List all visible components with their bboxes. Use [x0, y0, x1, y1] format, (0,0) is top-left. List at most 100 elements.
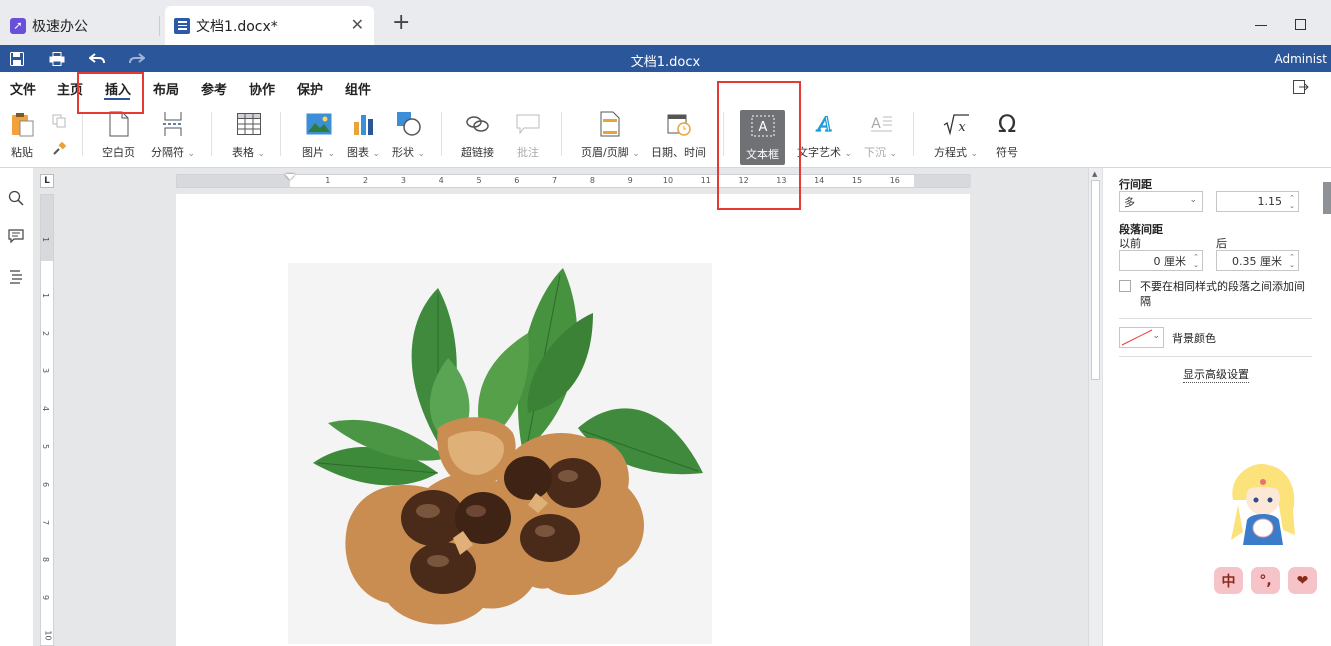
shape-button[interactable]: 形状 ⌄	[392, 110, 425, 160]
textbox-button[interactable]: A 文本框	[740, 110, 785, 165]
active-tab-indicator	[104, 98, 130, 100]
header-footer-icon	[596, 110, 624, 138]
user-name[interactable]: Administ	[1274, 52, 1327, 66]
textart-icon: A	[811, 110, 839, 138]
document-title: 文档1.docx	[630, 55, 701, 70]
blank-page-button[interactable]: 空白页	[102, 110, 135, 160]
shape-label: 形状 ⌄	[392, 146, 426, 159]
spinner-icon[interactable]: ⌃ ⌄	[1289, 253, 1295, 269]
background-color-picker[interactable]: ⌄	[1119, 327, 1164, 348]
spacing-before-input[interactable]: 0 厘米 ⌃ ⌄	[1119, 250, 1203, 271]
hyperlink-button[interactable]: 超链接	[461, 110, 494, 160]
ruler-margin-shade	[177, 175, 290, 187]
ruler-number: 8	[41, 557, 51, 563]
ime-heart-button[interactable]: ❤	[1288, 567, 1317, 594]
menu-home[interactable]: 主页	[57, 79, 83, 98]
menu-collaborate[interactable]: 协作	[249, 79, 275, 98]
navigation-icon[interactable]	[8, 268, 26, 286]
spinner-icon[interactable]: ⌃ ⌄	[1193, 253, 1199, 269]
show-advanced-settings-link[interactable]: 显示高级设置	[1183, 366, 1249, 383]
horizontal-ruler[interactable]: 211234567891011121314151617	[176, 174, 971, 188]
camellia-seed-image[interactable]	[288, 263, 712, 644]
tab-document[interactable]: 文档1.docx* ✕	[165, 6, 374, 45]
line-spacing-value-input[interactable]: 1.15 ⌃ ⌄	[1216, 191, 1299, 212]
table-label: 表格 ⌄	[232, 146, 266, 159]
search-icon[interactable]	[8, 190, 26, 208]
tab-stop-selector[interactable]: L	[40, 174, 54, 188]
svg-text:A: A	[871, 116, 881, 132]
ruler-margin-shade	[914, 175, 971, 187]
line-spacing-mode-select[interactable]: 多 ⌄	[1119, 191, 1203, 212]
bar-chart-icon	[350, 110, 378, 138]
blank-page-label: 空白页	[102, 146, 135, 159]
paste-label: 粘贴	[11, 146, 33, 159]
header-footer-button[interactable]: 页眉/页脚 ⌄	[581, 110, 640, 160]
line-spacing-value: 1.15	[1257, 195, 1283, 208]
textart-button[interactable]: A 文字艺术 ⌄	[797, 110, 852, 160]
header-footer-label: 页眉/页脚 ⌄	[581, 146, 640, 159]
title-bar: 文档1.docx Administ	[0, 45, 1331, 72]
ruler-number: 4	[41, 406, 51, 412]
assistant-mascot[interactable]	[1223, 460, 1303, 550]
menu-insert[interactable]: 插入	[105, 79, 131, 98]
comment-button[interactable]: 批注	[514, 110, 542, 160]
ruler-number: 12	[738, 176, 749, 185]
copy-icon[interactable]	[52, 114, 66, 131]
ruler-number: 9	[627, 176, 633, 185]
close-icon[interactable]: ✕	[351, 17, 364, 33]
exit-icon[interactable]	[1293, 80, 1309, 97]
ruler-number: 3	[400, 176, 406, 185]
vertical-ruler[interactable]: 1 1 2 3 4 5 6 7 8 9 10	[40, 194, 54, 646]
ruler-number: 2	[41, 330, 51, 336]
ruler-number: 6	[41, 481, 51, 487]
ribbon-divider	[561, 112, 562, 156]
ime-language-button[interactable]: 中	[1214, 567, 1243, 594]
date-time-button[interactable]: 日期、时间	[651, 110, 706, 160]
no-color-icon	[1121, 329, 1153, 346]
comment-icon[interactable]	[8, 228, 26, 246]
document-icon	[174, 17, 190, 34]
format-painter-icon[interactable]	[52, 141, 67, 159]
ruler-number: 8	[589, 176, 595, 185]
scroll-up-icon[interactable]: ▲	[1092, 170, 1097, 178]
table-button[interactable]: 表格 ⌄	[232, 110, 265, 160]
picture-button[interactable]: 图片 ⌄	[302, 110, 335, 160]
tab-app-home[interactable]: ➚ 极速办公	[0, 6, 158, 45]
equation-button[interactable]: x 方程式 ⌄	[934, 110, 978, 160]
spinner-icon[interactable]: ⌃ ⌄	[1289, 194, 1295, 210]
vertical-scrollbar[interactable]: ▲	[1088, 168, 1102, 646]
chart-button[interactable]: 图表 ⌄	[347, 110, 380, 160]
spacing-after-input[interactable]: 0.35 厘米 ⌃ ⌄	[1216, 250, 1299, 271]
menu-file[interactable]: 文件	[10, 79, 36, 98]
ruler-number: 1	[325, 176, 331, 185]
equation-label: 方程式 ⌄	[934, 146, 979, 159]
tab-label: 极速办公	[32, 18, 88, 35]
paragraph-settings-panel: 行间距 多 ⌄ 1.15 ⌃ ⌄ 段落间距 以前 后 0 厘米 ⌃ ⌄ 0.35 厘…	[1102, 168, 1331, 646]
ruler-number: 13	[776, 176, 787, 185]
line-spacing-mode-value: 多	[1124, 195, 1135, 209]
separator-button[interactable]: 分隔符 ⌄	[151, 110, 195, 160]
ruler-number: 4	[438, 176, 444, 185]
new-tab-button[interactable]: +	[392, 12, 410, 34]
dropcap-button[interactable]: A 下沉 ⌄	[864, 110, 897, 160]
document-workspace: L 211234567891011121314151617 1123456789…	[34, 168, 1102, 646]
ime-punctuation-button[interactable]: °,	[1251, 567, 1280, 594]
panel-scrollbar-thumb[interactable]	[1323, 182, 1331, 214]
ribbon-divider	[82, 112, 83, 156]
menu-plugins[interactable]: 组件	[345, 79, 371, 98]
paste-button[interactable]: 粘贴	[8, 110, 36, 160]
maximize-button[interactable]	[1295, 19, 1306, 30]
indent-marker[interactable]	[285, 174, 295, 180]
spacing-before-value: 0 厘米	[1153, 254, 1187, 268]
scrollbar-thumb[interactable]	[1091, 180, 1100, 380]
menu-references[interactable]: 参考	[201, 79, 227, 98]
minimize-button[interactable]	[1255, 25, 1267, 26]
symbol-button[interactable]: Ω 符号	[993, 110, 1021, 160]
document-page[interactable]	[176, 194, 970, 646]
background-color-label: 背景颜色	[1172, 332, 1216, 345]
ruler-number: 1	[41, 292, 51, 298]
no-space-same-style-checkbox[interactable]	[1119, 280, 1131, 292]
ruler-number: 6	[514, 176, 520, 185]
menu-layout[interactable]: 布局	[153, 79, 179, 98]
menu-protect[interactable]: 保护	[297, 79, 323, 98]
